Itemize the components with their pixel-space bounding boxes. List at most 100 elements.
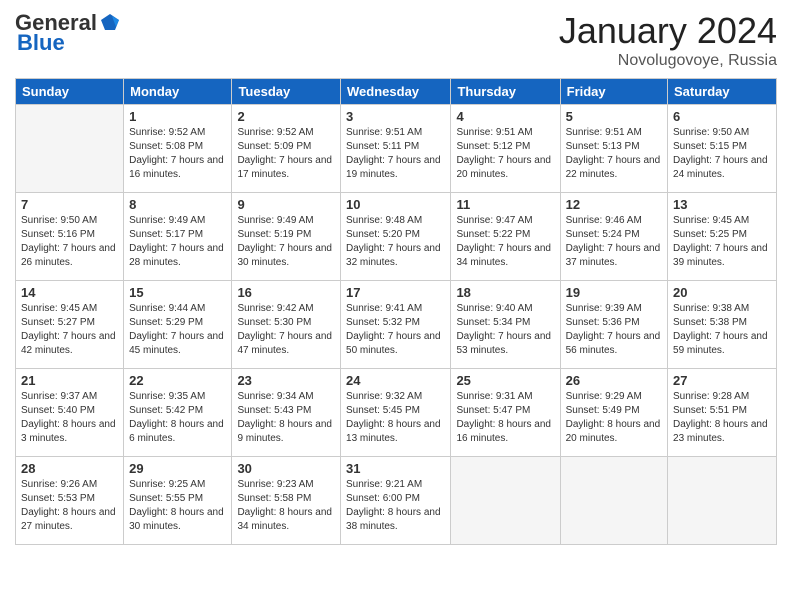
sunset-time: Sunset: 5:29 PM: [129, 317, 203, 328]
day-number: 2: [237, 109, 335, 124]
calendar-cell: 21Sunrise: 9:37 AMSunset: 5:40 PMDayligh…: [16, 369, 124, 457]
day-number: 11: [456, 197, 554, 212]
sunrise-time: Sunrise: 9:50 AM: [21, 215, 97, 226]
calendar-cell: 10 Sunrise: 9:48 AMSunset: 5:20 PMDayligh…: [341, 193, 451, 281]
day-info: Sunrise: 9:26 AMSunset: 5:53 PMDaylight:…: [21, 478, 118, 534]
calendar-cell: 30Sunrise: 9:23 AMSunset: 5:58 PMDayligh…: [232, 457, 341, 545]
sunset-time: Sunset: 5:09 PM: [237, 141, 311, 152]
calendar-cell: 16Sunrise: 9:42 AMSunset: 5:30 PMDayligh…: [232, 281, 341, 369]
calendar-cell: [560, 457, 667, 545]
day-of-week-header: Wednesday: [341, 79, 451, 105]
day-number: 14: [21, 285, 118, 300]
daylight-hours: Daylight: 7 hours and 59 minutes.: [673, 331, 768, 356]
day-number: 26: [566, 373, 662, 388]
day-number: 25: [456, 373, 554, 388]
daylight-hours: Daylight: 7 hours and 53 minutes.: [456, 331, 551, 356]
daylight-hours: Daylight: 7 hours and 42 minutes.: [21, 331, 116, 356]
day-info: Sunrise: 9:35 AMSunset: 5:42 PMDaylight:…: [129, 390, 226, 446]
sunrise-time: Sunrise: 9:49 AM: [129, 215, 205, 226]
daylight-hours: Daylight: 8 hours and 13 minutes.: [346, 419, 441, 444]
calendar-cell: 26 Sunrise: 9:29 AMSunset: 5:49 PMDayligh…: [560, 369, 667, 457]
sunset-time: Sunset: 5:11 PM: [346, 141, 419, 152]
calendar-cell: 11 Sunrise: 9:47 AMSunset: 5:22 PMDayligh…: [451, 193, 560, 281]
daylight-hours: Daylight: 7 hours and 16 minutes.: [129, 155, 224, 180]
day-number: 9: [237, 197, 335, 212]
sunrise-time: Sunrise: 9:41 AM: [346, 303, 422, 314]
day-number: 5: [566, 109, 662, 124]
daylight-hours: Daylight: 8 hours and 34 minutes.: [237, 507, 332, 532]
sunrise-time: Sunrise: 9:28 AM: [673, 391, 749, 402]
sunrise-time: Sunrise: 9:35 AM: [129, 391, 205, 402]
sunrise-time: Sunrise: 9:45 AM: [21, 303, 97, 314]
day-number: 19: [566, 285, 662, 300]
daylight-hours: Daylight: 8 hours and 23 minutes.: [673, 419, 768, 444]
sunset-time: Sunset: 6:00 PM: [346, 493, 420, 504]
day-number: 18: [456, 285, 554, 300]
day-info: Sunrise: 9:23 AMSunset: 5:58 PMDaylight:…: [237, 478, 335, 534]
day-number: 10: [346, 197, 445, 212]
day-info: Sunrise: 9:50 AMSunset: 5:15 PMDaylight:…: [673, 126, 771, 182]
day-info: Sunrise: 9:39 AMSunset: 5:36 PMDaylight:…: [566, 302, 662, 358]
sunrise-time: Sunrise: 9:29 AM: [566, 391, 642, 402]
daylight-hours: Daylight: 7 hours and 50 minutes.: [346, 331, 441, 356]
calendar-cell: 9Sunrise: 9:49 AMSunset: 5:19 PMDaylight…: [232, 193, 341, 281]
calendar-cell: 22Sunrise: 9:35 AMSunset: 5:42 PMDayligh…: [124, 369, 232, 457]
calendar-cell: 13Sunrise: 9:45 AMSunset: 5:25 PMDayligh…: [668, 193, 777, 281]
sunset-time: Sunset: 5:53 PM: [21, 493, 95, 504]
day-info: Sunrise: 9:52 AMSunset: 5:09 PMDaylight:…: [237, 126, 335, 182]
sunset-time: Sunset: 5:15 PM: [673, 141, 747, 152]
sunset-time: Sunset: 5:22 PM: [456, 229, 530, 240]
calendar-cell: 7 Sunrise: 9:50 AMSunset: 5:16 PMDaylight…: [16, 193, 124, 281]
sunset-time: Sunset: 5:08 PM: [129, 141, 203, 152]
day-number: 17: [346, 285, 445, 300]
sunset-time: Sunset: 5:45 PM: [346, 405, 420, 416]
sunset-time: Sunset: 5:30 PM: [237, 317, 311, 328]
sunset-time: Sunset: 5:42 PM: [129, 405, 203, 416]
sunset-time: Sunset: 5:19 PM: [237, 229, 311, 240]
day-number: 27: [673, 373, 771, 388]
day-number: 8: [129, 197, 226, 212]
day-info: Sunrise: 9:51 AMSunset: 5:13 PMDaylight:…: [566, 126, 662, 182]
page: General Blue January 2024 Novolugovoye, …: [0, 0, 792, 612]
daylight-hours: Daylight: 7 hours and 30 minutes.: [237, 243, 332, 268]
calendar-cell: 2 Sunrise: 9:52 AMSunset: 5:09 PMDaylight…: [232, 105, 341, 193]
day-number: 29: [129, 461, 226, 476]
day-number: 31: [346, 461, 445, 476]
day-number: 15: [129, 285, 226, 300]
day-info: Sunrise: 9:52 AMSunset: 5:08 PMDaylight:…: [129, 126, 226, 182]
calendar-cell: 27Sunrise: 9:28 AMSunset: 5:51 PMDayligh…: [668, 369, 777, 457]
sunrise-time: Sunrise: 9:51 AM: [566, 127, 642, 138]
day-info: Sunrise: 9:51 AMSunset: 5:12 PMDaylight:…: [456, 126, 554, 182]
day-number: 20: [673, 285, 771, 300]
sunrise-time: Sunrise: 9:51 AM: [346, 127, 422, 138]
daylight-hours: Daylight: 8 hours and 27 minutes.: [21, 507, 116, 532]
sunrise-time: Sunrise: 9:48 AM: [346, 215, 422, 226]
sunset-time: Sunset: 5:17 PM: [129, 229, 203, 240]
calendar-cell: 1Sunrise: 9:52 AMSunset: 5:08 PMDaylight…: [124, 105, 232, 193]
daylight-hours: Daylight: 7 hours and 56 minutes.: [566, 331, 661, 356]
sunset-time: Sunset: 5:43 PM: [237, 405, 311, 416]
calendar-cell: 19 Sunrise: 9:39 AMSunset: 5:36 PMDayligh…: [560, 281, 667, 369]
day-info: Sunrise: 9:48 AMSunset: 5:20 PMDaylight:…: [346, 214, 445, 270]
calendar-cell: 8 Sunrise: 9:49 AM Sunset: 5:17 PM Daylight…: [124, 193, 232, 281]
daylight-hours: Daylight: 7 hours and 32 minutes.: [346, 243, 441, 268]
day-info: Sunrise: 9:50 AMSunset: 5:16 PMDaylight:…: [21, 214, 118, 270]
daylight-hours: Daylight: 7 hours and 19 minutes.: [346, 155, 441, 180]
daylight-hours: Daylight: 7 hours and 22 minutes.: [566, 155, 661, 180]
sunset-time: Sunset: 5:12 PM: [456, 141, 530, 152]
day-info: Sunrise: 9:45 AMSunset: 5:27 PMDaylight:…: [21, 302, 118, 358]
calendar-cell: 25Sunrise: 9:31 AMSunset: 5:47 PMDayligh…: [451, 369, 560, 457]
day-info: Sunrise: 9:46 AMSunset: 5:24 PMDaylight:…: [566, 214, 662, 270]
daylight-hours: Daylight: 7 hours and 24 minutes.: [673, 155, 768, 180]
day-info: Sunrise: 9:29 AMSunset: 5:49 PMDaylight:…: [566, 390, 662, 446]
day-info: Sunrise: 9:40 AMSunset: 5:34 PMDaylight:…: [456, 302, 554, 358]
header: General Blue January 2024 Novolugovoye, …: [15, 10, 777, 70]
sunrise-time: Sunrise: 9:45 AM: [673, 215, 749, 226]
calendar-cell: 14 Sunrise: 9:45 AMSunset: 5:27 PMDayligh…: [16, 281, 124, 369]
month-title: January 2024: [559, 10, 777, 52]
sunrise-time: Sunrise: 9:34 AM: [237, 391, 313, 402]
day-number: 7: [21, 197, 118, 212]
daylight-hours: Daylight: 7 hours and 28 minutes.: [129, 243, 224, 268]
day-info: Sunrise: 9:47 AMSunset: 5:22 PMDaylight:…: [456, 214, 554, 270]
sunset-time: Sunset: 5:36 PM: [566, 317, 640, 328]
